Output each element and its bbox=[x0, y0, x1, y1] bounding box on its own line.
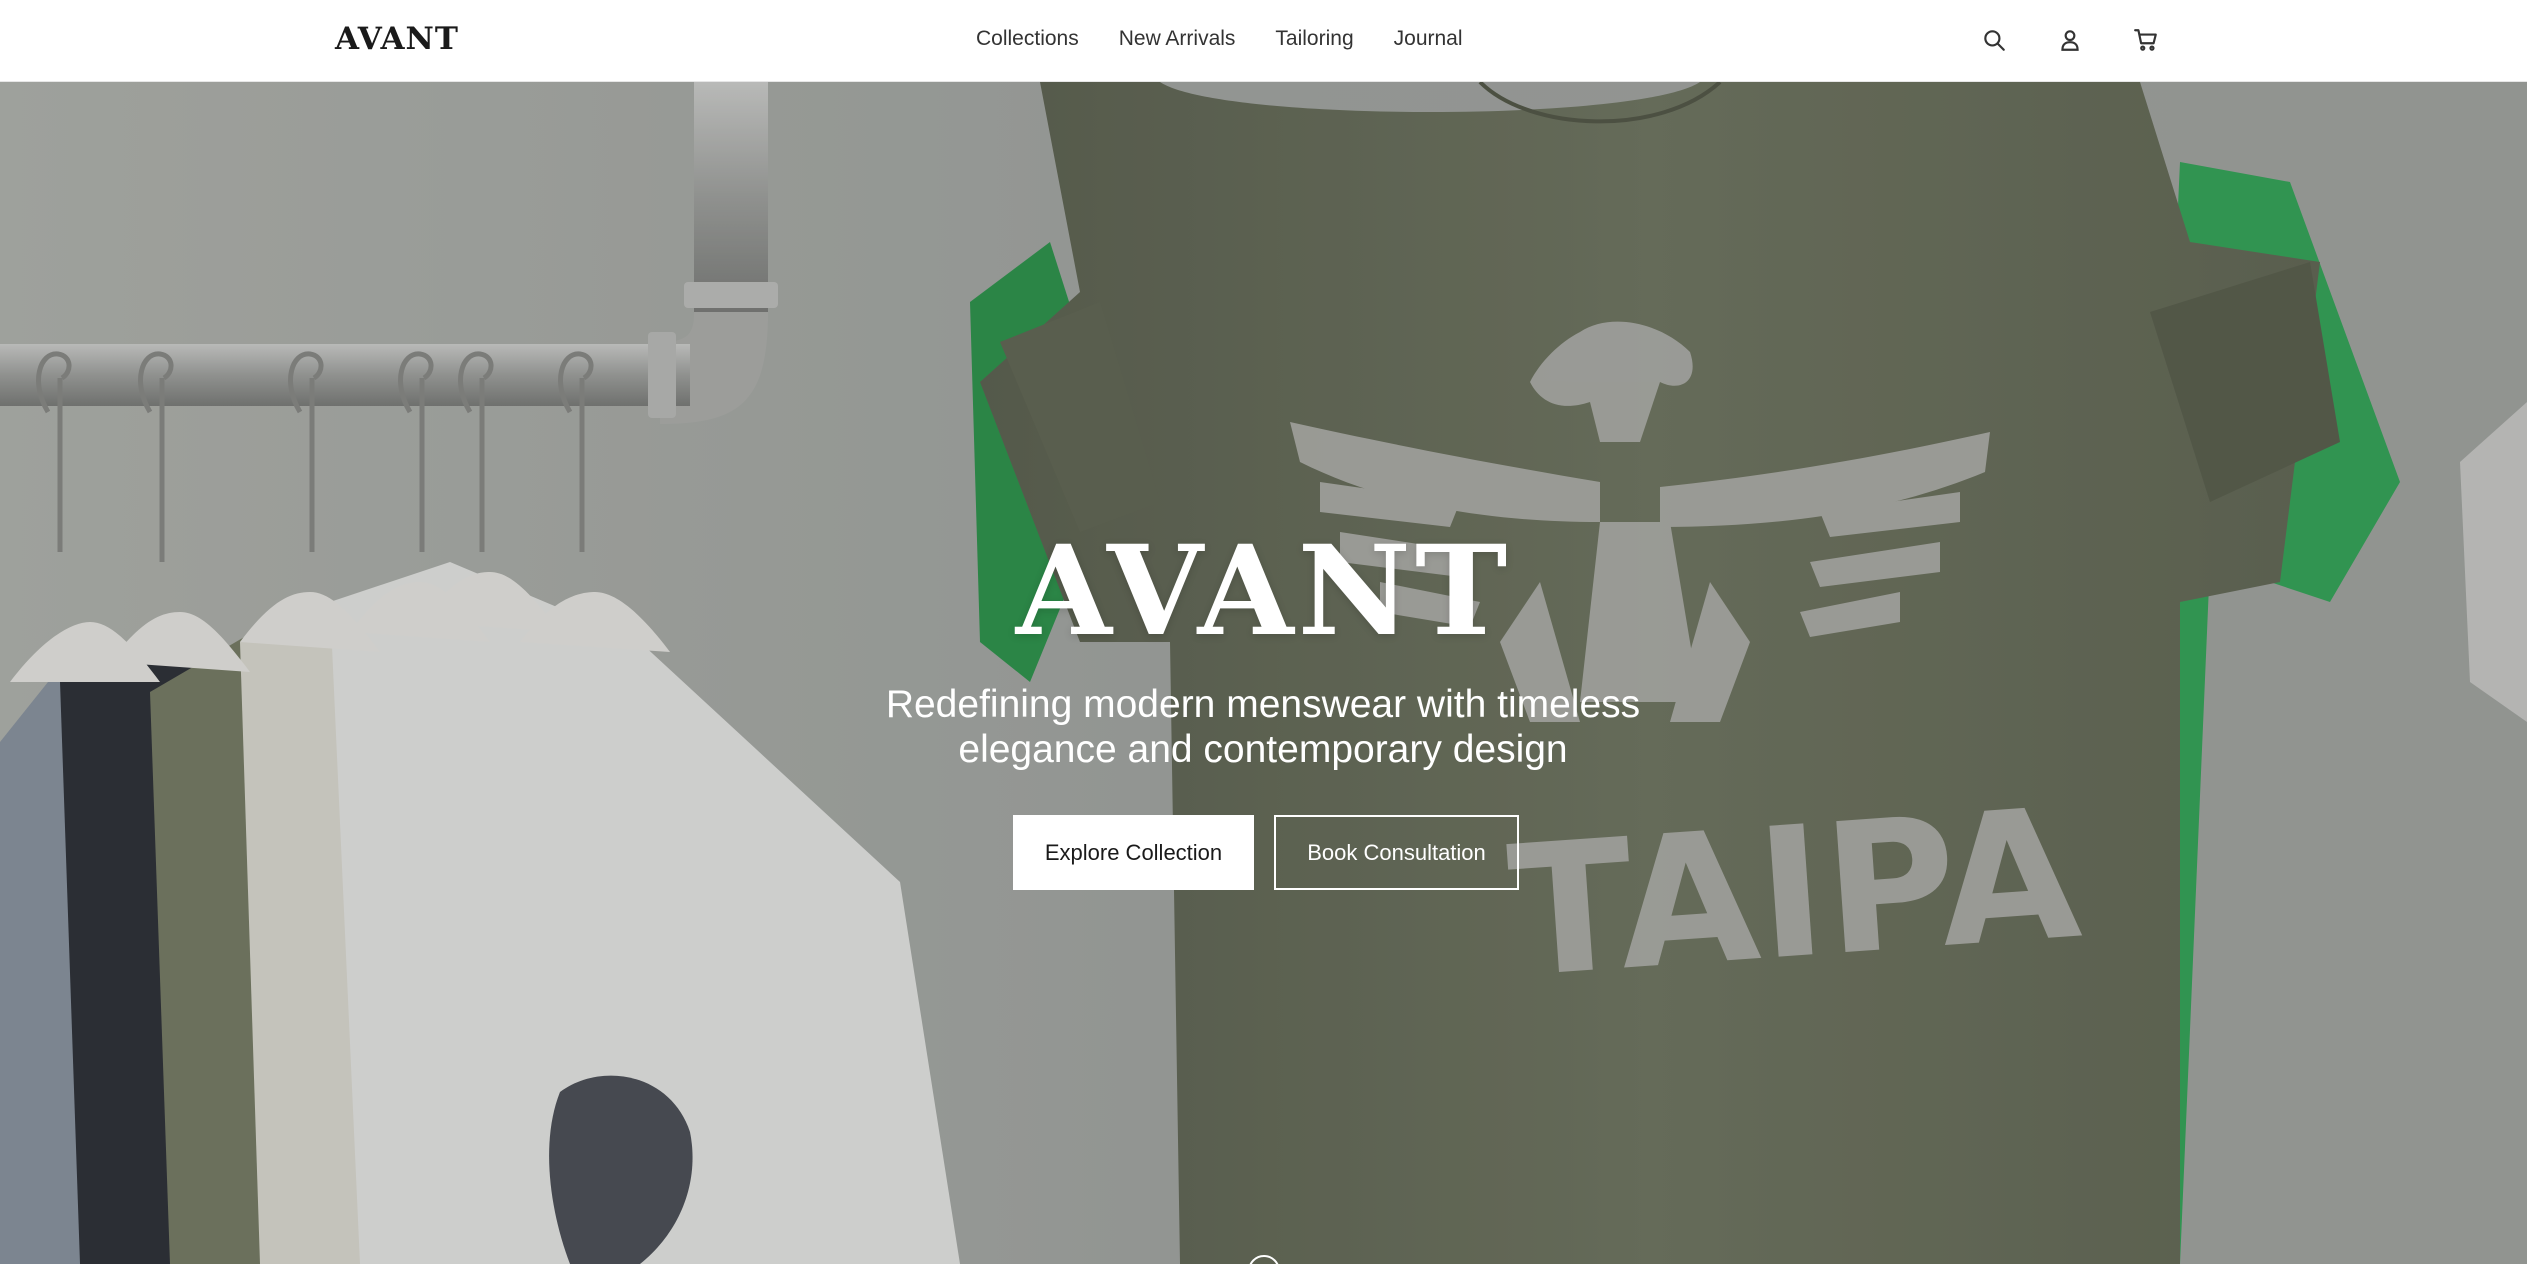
hero-cta-group: Explore Collection Book Consultation bbox=[1013, 815, 1519, 890]
cart-button[interactable] bbox=[2128, 22, 2164, 58]
nav-tailoring[interactable]: Tailoring bbox=[1275, 27, 1353, 51]
nav-collections[interactable]: Collections bbox=[976, 27, 1079, 51]
search-icon bbox=[1984, 30, 2005, 51]
main-nav: Collections New Arrivals Tailoring Journ… bbox=[976, 24, 1463, 54]
book-consultation-button[interactable]: Book Consultation bbox=[1274, 815, 1519, 890]
hero-section: TAIPA AVANT Redefining modern menswear w… bbox=[0, 82, 2527, 1264]
cart-icon bbox=[2134, 29, 2157, 51]
explore-collection-button[interactable]: Explore Collection bbox=[1013, 815, 1254, 890]
nav-journal[interactable]: Journal bbox=[1394, 27, 1463, 51]
user-icon bbox=[2061, 30, 2079, 51]
nav-new-arrivals[interactable]: New Arrivals bbox=[1119, 27, 1236, 51]
brand-logo[interactable]: AVANT bbox=[335, 18, 459, 60]
site-header: AVANT Collections New Arrivals Tailoring… bbox=[0, 0, 2527, 82]
hero-overlay bbox=[0, 82, 2527, 1264]
search-button[interactable] bbox=[1976, 22, 2012, 58]
header-actions bbox=[1976, 22, 2164, 58]
hero-title: AVANT bbox=[1015, 519, 1512, 664]
hero-subtitle: Redefining modern menswear with timeless… bbox=[885, 683, 1641, 771]
account-button[interactable] bbox=[2052, 22, 2088, 58]
